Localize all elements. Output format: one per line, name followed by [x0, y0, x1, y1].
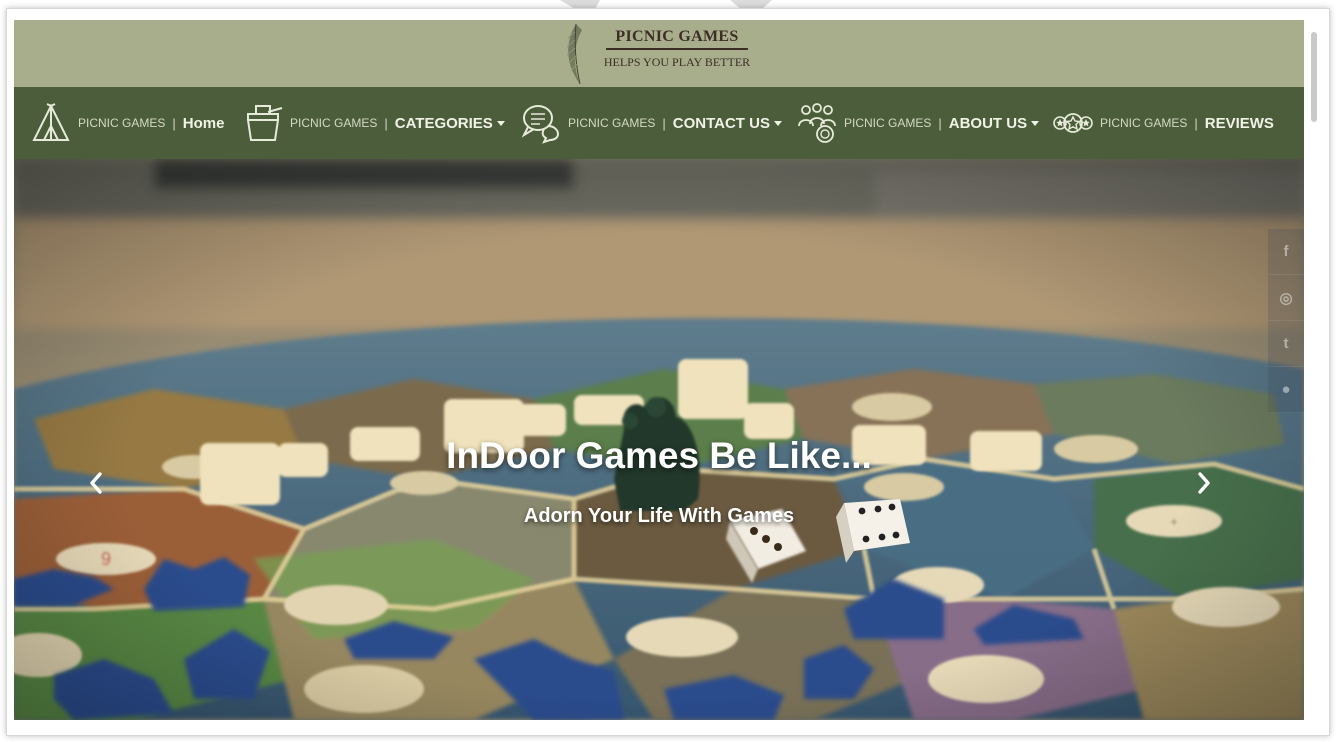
nav-item-reviews[interactable]: PICNIC GAMES | REVIEWS — [1052, 87, 1274, 159]
logo-rule — [606, 48, 748, 50]
pinterest-icon[interactable]: ● — [1268, 367, 1304, 413]
page-scrollbar[interactable] — [1306, 20, 1322, 720]
hero-subtitle: Adorn Your Life With Games — [523, 505, 795, 527]
picnic-basket-icon — [246, 105, 283, 141]
nav-label-about-us: ABOUT US — [948, 114, 1028, 132]
tent-icon — [32, 103, 70, 141]
nav-brand: PICNIC GAMES — [844, 116, 932, 130]
nav-separator: | — [1194, 115, 1198, 131]
chevron-down-icon — [1031, 120, 1040, 126]
scrollbar-thumb[interactable] — [1311, 32, 1317, 122]
nav-label-contact-us: CONTACT US — [672, 114, 770, 132]
site-logo[interactable]: PICNIC GAMES HELPS YOU PLAY BETTER — [562, 22, 762, 86]
nav-item-contact-us[interactable]: PICNIC GAMES | CONTACT US — [520, 87, 782, 159]
page-viewport: PICNIC GAMES HELPS YOU PLAY BETTER PICNI… — [14, 20, 1304, 720]
nav-separator: | — [938, 115, 942, 131]
nav-separator: | — [172, 115, 176, 131]
instagram-icon[interactable]: ◎ — [1268, 275, 1304, 321]
logo-subtitle: HELPS YOU PLAY BETTER — [603, 55, 751, 69]
chevron-down-icon — [496, 120, 505, 126]
facebook-icon[interactable]: f — [1268, 229, 1304, 275]
nav-label-categories: CATEGORIES — [394, 114, 493, 132]
nav-separator: | — [384, 115, 388, 131]
nav-brand: PICNIC GAMES — [78, 116, 166, 130]
chat-bubbles-icon — [521, 105, 560, 144]
main-nav: PICNIC GAMES | Home PICNIC GAMES | CATEG… — [14, 87, 1304, 159]
social-sidebar: f ◎ t ● — [1268, 229, 1304, 413]
nav-brand: PICNIC GAMES — [1100, 116, 1188, 130]
nav-label-home: Home — [182, 114, 225, 132]
logo-header: PICNIC GAMES HELPS YOU PLAY BETTER — [14, 20, 1304, 87]
chevron-left-icon — [90, 472, 102, 494]
twitter-icon[interactable]: t — [1268, 321, 1304, 367]
chevron-down-icon — [773, 120, 782, 126]
chevron-right-icon — [1198, 472, 1210, 494]
nav-separator: | — [662, 115, 666, 131]
feather-icon — [566, 23, 582, 85]
carousel-prev-button[interactable] — [88, 471, 116, 511]
carousel-next-button[interactable] — [1196, 471, 1224, 511]
nav-brand: PICNIC GAMES — [290, 116, 378, 130]
nav-item-about-us[interactable]: PICNIC GAMES | ABOUT US — [796, 87, 1040, 159]
logo-title: PICNIC GAMES — [615, 28, 739, 45]
stars-rating-icon — [1053, 113, 1093, 133]
group-icon — [798, 103, 836, 143]
nav-label-reviews: REVIEWS — [1204, 114, 1274, 132]
nav-item-home[interactable]: PICNIC GAMES | Home — [30, 87, 224, 159]
nav-brand: PICNIC GAMES — [568, 116, 656, 130]
nav-item-categories[interactable]: PICNIC GAMES | CATEGORIES — [242, 87, 505, 159]
hero-title: InDoor Games Be Like... — [446, 435, 872, 476]
hero-carousel: 9 + — [14, 159, 1304, 720]
